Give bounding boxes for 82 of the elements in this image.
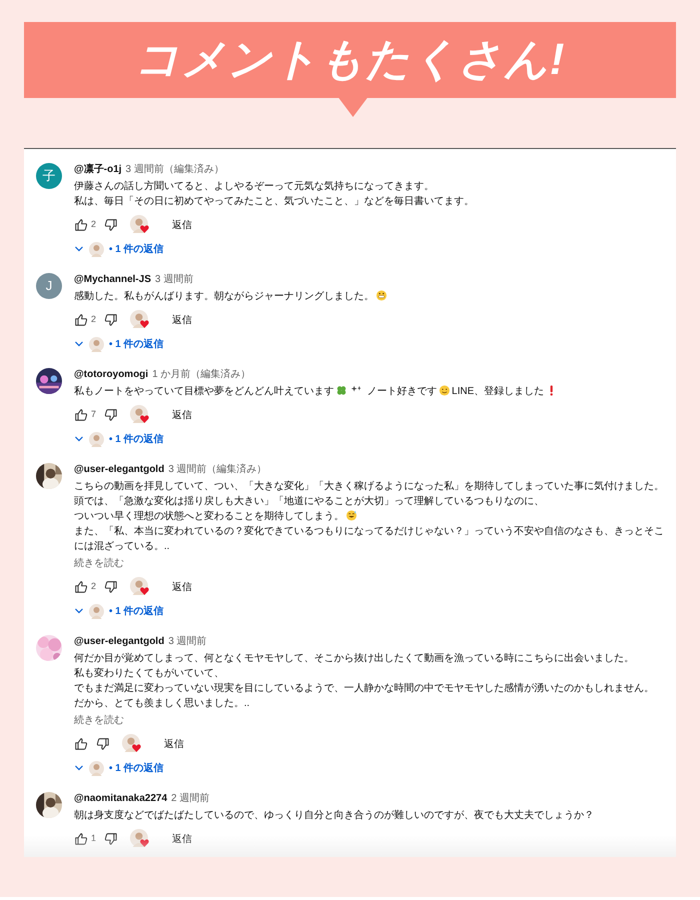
thumbs-down-icon xyxy=(104,313,118,327)
replies-link[interactable]: • 1 件の返信 xyxy=(109,604,164,618)
thumbs-down-icon xyxy=(104,580,118,594)
reply-button[interactable]: 返信 xyxy=(162,736,186,752)
read-more-link[interactable]: 続きを読む xyxy=(74,713,124,728)
dislike-button[interactable] xyxy=(104,832,118,846)
read-more-link[interactable]: 続きを読む xyxy=(74,556,124,571)
comment-text: 伊藤さんの話し方聞いてると、よしやるぞーって元気な気持ちになってきます。 xyxy=(74,181,434,192)
comment-text: 頭では、「急激な変化は揺り戻しも大きい」「地道にやることが大切」って理解しているつもりなのに、 xyxy=(74,496,544,507)
comment-time: 3 週間前 xyxy=(168,635,207,649)
comment-text: ついつい早く理想の状態へと変わることを期待してしまう。 xyxy=(74,511,344,522)
chevron-down-icon xyxy=(74,763,84,773)
chevron-down-icon xyxy=(74,434,84,444)
heart-icon xyxy=(140,587,150,595)
comment-author[interactable]: @naomitanaka2274 xyxy=(74,792,168,806)
reply-button[interactable]: 返信 xyxy=(170,312,194,328)
comment-text: こちらの動画を拝見していて、つい、「大きな変化」「大きく稼げるようになった私」を期待してしまっていた事に気付けました。 xyxy=(74,481,664,492)
chevron-down-icon xyxy=(74,606,84,616)
comment-text: 私も変わりたくてもがいていて、 xyxy=(74,668,224,679)
replies-link[interactable]: • 1 件の返信 xyxy=(109,432,164,446)
dislike-button[interactable] xyxy=(104,408,118,422)
avatar: J xyxy=(36,273,62,299)
sweat-smile-emoji-icon xyxy=(346,510,357,521)
dislike-button[interactable] xyxy=(104,313,118,327)
comment-text: 朝は身支度などでばたばたしているので、ゆっくり自分と向き合うのが難しいのですが、夜でも大丈夫でしょうか？ xyxy=(74,810,594,821)
thumbs-up-icon xyxy=(74,218,88,232)
clover-icon xyxy=(336,385,347,396)
heart-icon xyxy=(140,225,150,233)
replies-link[interactable]: • 1 件の返信 xyxy=(109,760,164,776)
heart-icon xyxy=(140,320,150,328)
thumbs-up-icon xyxy=(74,832,88,846)
comment-text: でもまだ満足に変わっていない現実を目にしているようで、一人静かな時間の中でモヤモヤした感情が湧いたのかもしれません。 xyxy=(74,683,654,694)
reply-button[interactable]: 返信 xyxy=(170,408,194,422)
dislike-button[interactable] xyxy=(104,218,118,232)
comment-time: 3 週間前（編集済み） xyxy=(126,163,224,177)
comment-author[interactable]: @Mychannel-JS xyxy=(74,273,151,287)
thumbs-down-icon xyxy=(104,218,118,232)
thumbs-down-icon xyxy=(96,737,110,751)
comment-time: 1 か月前（編集済み） xyxy=(152,368,251,382)
dislike-button[interactable] xyxy=(96,737,110,751)
smile-emoji-icon xyxy=(438,385,450,396)
like-button[interactable]: 1 xyxy=(74,832,96,846)
reply-button[interactable]: 返信 xyxy=(170,832,194,846)
thumbs-up-icon xyxy=(74,313,88,327)
comment-author[interactable]: @凛子-o1j xyxy=(74,163,122,177)
comment-time: 2 週間前 xyxy=(171,792,210,806)
dislike-button[interactable] xyxy=(104,580,118,594)
like-button[interactable]: 2 xyxy=(74,218,96,232)
comment-time: 3 週間前（編集済み） xyxy=(168,463,267,477)
reply-button[interactable]: 返信 xyxy=(170,580,194,594)
thumbs-up-icon xyxy=(74,580,88,594)
thumbs-down-icon xyxy=(104,832,118,846)
grin-emoji-icon xyxy=(376,290,387,301)
like-button[interactable]: 2 xyxy=(74,580,96,594)
heart-icon xyxy=(140,415,150,423)
comment-text: 私もノートをやっていて目標や夢をどんどん叶えています xyxy=(74,386,334,397)
comment-text: だから、とても羨ましく思いました。.. xyxy=(74,698,250,709)
comment-author[interactable]: @user-elegantgold xyxy=(74,635,164,649)
reply-button[interactable]: 返信 xyxy=(170,218,194,232)
heart-icon xyxy=(132,744,141,752)
thumbs-up-icon xyxy=(74,408,88,422)
thumbs-up-icon xyxy=(74,737,88,751)
like-button[interactable] xyxy=(74,737,88,751)
comment-text: ノート好きです xyxy=(366,386,437,397)
comment-text: また、「私、本当に変われているの？変化できているつもりになってるだけじゃない？」っていう不安や自信のなさも、きっとそこには混ざっている。.. xyxy=(74,526,664,552)
comment-text: 何だか目が覚めてしまって、何となくモヤモヤして、そこから抜け出したくて動画を漁っている時にこちらに出会いました。 xyxy=(74,653,634,664)
heart-icon xyxy=(140,839,150,847)
chevron-down-icon xyxy=(74,244,84,254)
banner-title: コメントもたくさん! xyxy=(134,34,566,86)
comment-time: 3 週間前 xyxy=(155,273,194,287)
avatar: 子 xyxy=(36,163,62,189)
like-button[interactable]: 7 xyxy=(74,408,96,422)
thumbs-down-icon xyxy=(104,408,118,422)
like-button[interactable]: 2 xyxy=(74,313,96,327)
comment-author[interactable]: @user-elegantgold xyxy=(74,463,164,477)
comment-author[interactable]: @totoroyomogi xyxy=(74,368,148,382)
comment-text: 私は、毎日「その日に初めてやってみたこと、気づいたこと、」などを毎日書いてます。 xyxy=(74,196,474,207)
replies-link[interactable]: • 1 件の返信 xyxy=(109,336,164,352)
comment-text: LINE、登録しました xyxy=(452,386,544,397)
chevron-down-icon xyxy=(74,339,84,349)
comment-text: 感動した。私もがんばります。朝ながらジャーナリングしました。 xyxy=(74,291,374,302)
replies-link[interactable]: • 1 件の返信 xyxy=(109,242,164,256)
